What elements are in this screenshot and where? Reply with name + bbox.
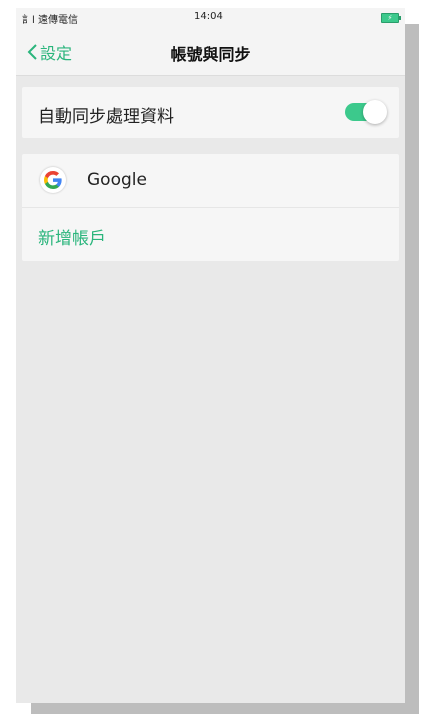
google-icon <box>40 167 66 193</box>
google-account-label: Google <box>87 170 147 190</box>
add-account-label: 新增帳戶 <box>38 229 106 249</box>
add-account-button[interactable]: 新增帳戶 <box>22 208 399 261</box>
battery-charging-icon: ⚡ <box>381 13 401 23</box>
status-bar: 訁l 遠傳電信 14:04 ⚡ <box>16 8 405 30</box>
nav-bar: 設定 帳號與同步 <box>16 30 405 76</box>
auto-sync-toggle[interactable] <box>345 100 387 124</box>
status-time: 14:04 <box>194 11 223 22</box>
page-title: 帳號與同步 <box>170 45 251 64</box>
auto-sync-label: 自動同步處理資料 <box>38 107 174 127</box>
carrier-label: 訁l 遠傳電信 <box>22 15 78 26</box>
auto-sync-row: 自動同步處理資料 <box>22 87 399 138</box>
accounts-card: Google 新增帳戶 <box>22 154 399 261</box>
toggle-knob <box>363 100 387 124</box>
account-item-google[interactable]: Google <box>22 154 399 208</box>
phone-screen: 訁l 遠傳電信 14:04 ⚡ 設定 帳號與同步 自動同步處理資料 Google… <box>16 8 405 703</box>
